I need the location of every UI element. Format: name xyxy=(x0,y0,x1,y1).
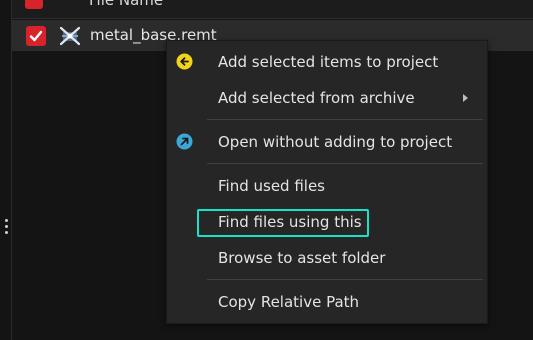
menu-item-label: Copy Relative Path xyxy=(218,293,360,311)
menu-item-label: Open without adding to project xyxy=(218,133,453,151)
column-header-file-name[interactable]: File Name xyxy=(89,0,163,9)
menu-separator xyxy=(207,163,483,164)
column-header-row: File Name xyxy=(12,0,533,19)
menu-item-browse-asset-folder[interactable]: Browse to asset folder xyxy=(167,243,487,273)
menu-item-open-without-adding[interactable]: Open without adding to project xyxy=(167,127,487,157)
menu-item-label: Browse to asset folder xyxy=(218,249,386,267)
menu-item-copy-relative-path[interactable]: Copy Relative Path xyxy=(167,287,487,317)
select-all-checkbox[interactable] xyxy=(25,0,43,9)
arrow-left-icon xyxy=(176,53,193,70)
material-file-icon xyxy=(59,25,81,47)
menu-separator xyxy=(207,119,483,120)
panel-divider xyxy=(11,0,12,340)
arrow-up-right-icon xyxy=(176,133,193,150)
menu-item-label: Find used files xyxy=(218,177,325,195)
asset-browser: File Name metal_base.remt Add selected i… xyxy=(0,0,533,340)
menu-item-add-from-archive[interactable]: Add selected from archive xyxy=(167,83,487,113)
submenu-arrow-icon xyxy=(463,94,468,102)
context-menu: Add selected items to project Add select… xyxy=(166,40,488,324)
menu-item-add-to-project[interactable]: Add selected items to project xyxy=(167,47,487,77)
checkmark-icon xyxy=(29,30,43,42)
highlight-box xyxy=(197,209,369,237)
menu-item-find-used-files[interactable]: Find used files xyxy=(167,171,487,201)
menu-item-label: Add selected items to project xyxy=(218,53,439,71)
menu-separator xyxy=(207,279,483,280)
menu-item-label: Add selected from archive xyxy=(218,89,415,107)
file-checkbox[interactable] xyxy=(26,26,46,46)
splitter-handle[interactable] xyxy=(5,219,9,237)
